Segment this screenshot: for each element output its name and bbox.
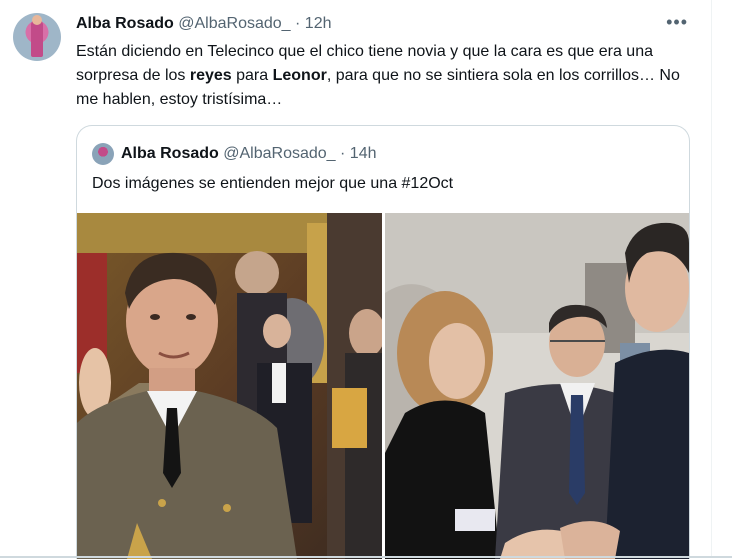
quoted-photo-reception[interactable] [385, 213, 689, 559]
author-avatar[interactable] [13, 13, 61, 61]
quoted-tweet-text: Dos imágenes se entienden mejor que una … [92, 175, 454, 192]
quoted-author-avatar [92, 143, 114, 165]
tweet-text-part2: para [231, 67, 273, 84]
author-name[interactable]: Alba Rosado [76, 15, 174, 32]
more-horizontal-icon[interactable]: ••• [666, 12, 688, 33]
tweet-text: Están diciendo en Telecinco que el chico… [76, 40, 686, 112]
quoted-author-handle: @AlbaRosado_ [223, 145, 336, 162]
tweet-text-bold-reyes: reyes [189, 67, 232, 84]
tweet-time[interactable]: 12h [305, 15, 332, 32]
quoted-photo-cadet[interactable] [77, 213, 382, 559]
quoted-tweet-header: Alba Rosado @AlbaRosado_ · 14h [121, 144, 377, 164]
separator-dot: · [295, 15, 301, 32]
quoted-separator-dot: · [340, 145, 346, 162]
quoted-tweet-card[interactable]: Alba Rosado @AlbaRosado_ · 14h Dos imáge… [76, 125, 690, 559]
tweet-header: Alba Rosado @AlbaRosado_ · 12h [76, 14, 332, 34]
quoted-tweet-time: 14h [349, 145, 377, 162]
tweet-text-bold-leonor: Leonor [272, 67, 327, 84]
timeline-divider [711, 0, 712, 558]
quoted-author-name: Alba Rosado [121, 145, 219, 162]
author-handle[interactable]: @AlbaRosado_ [178, 15, 290, 32]
